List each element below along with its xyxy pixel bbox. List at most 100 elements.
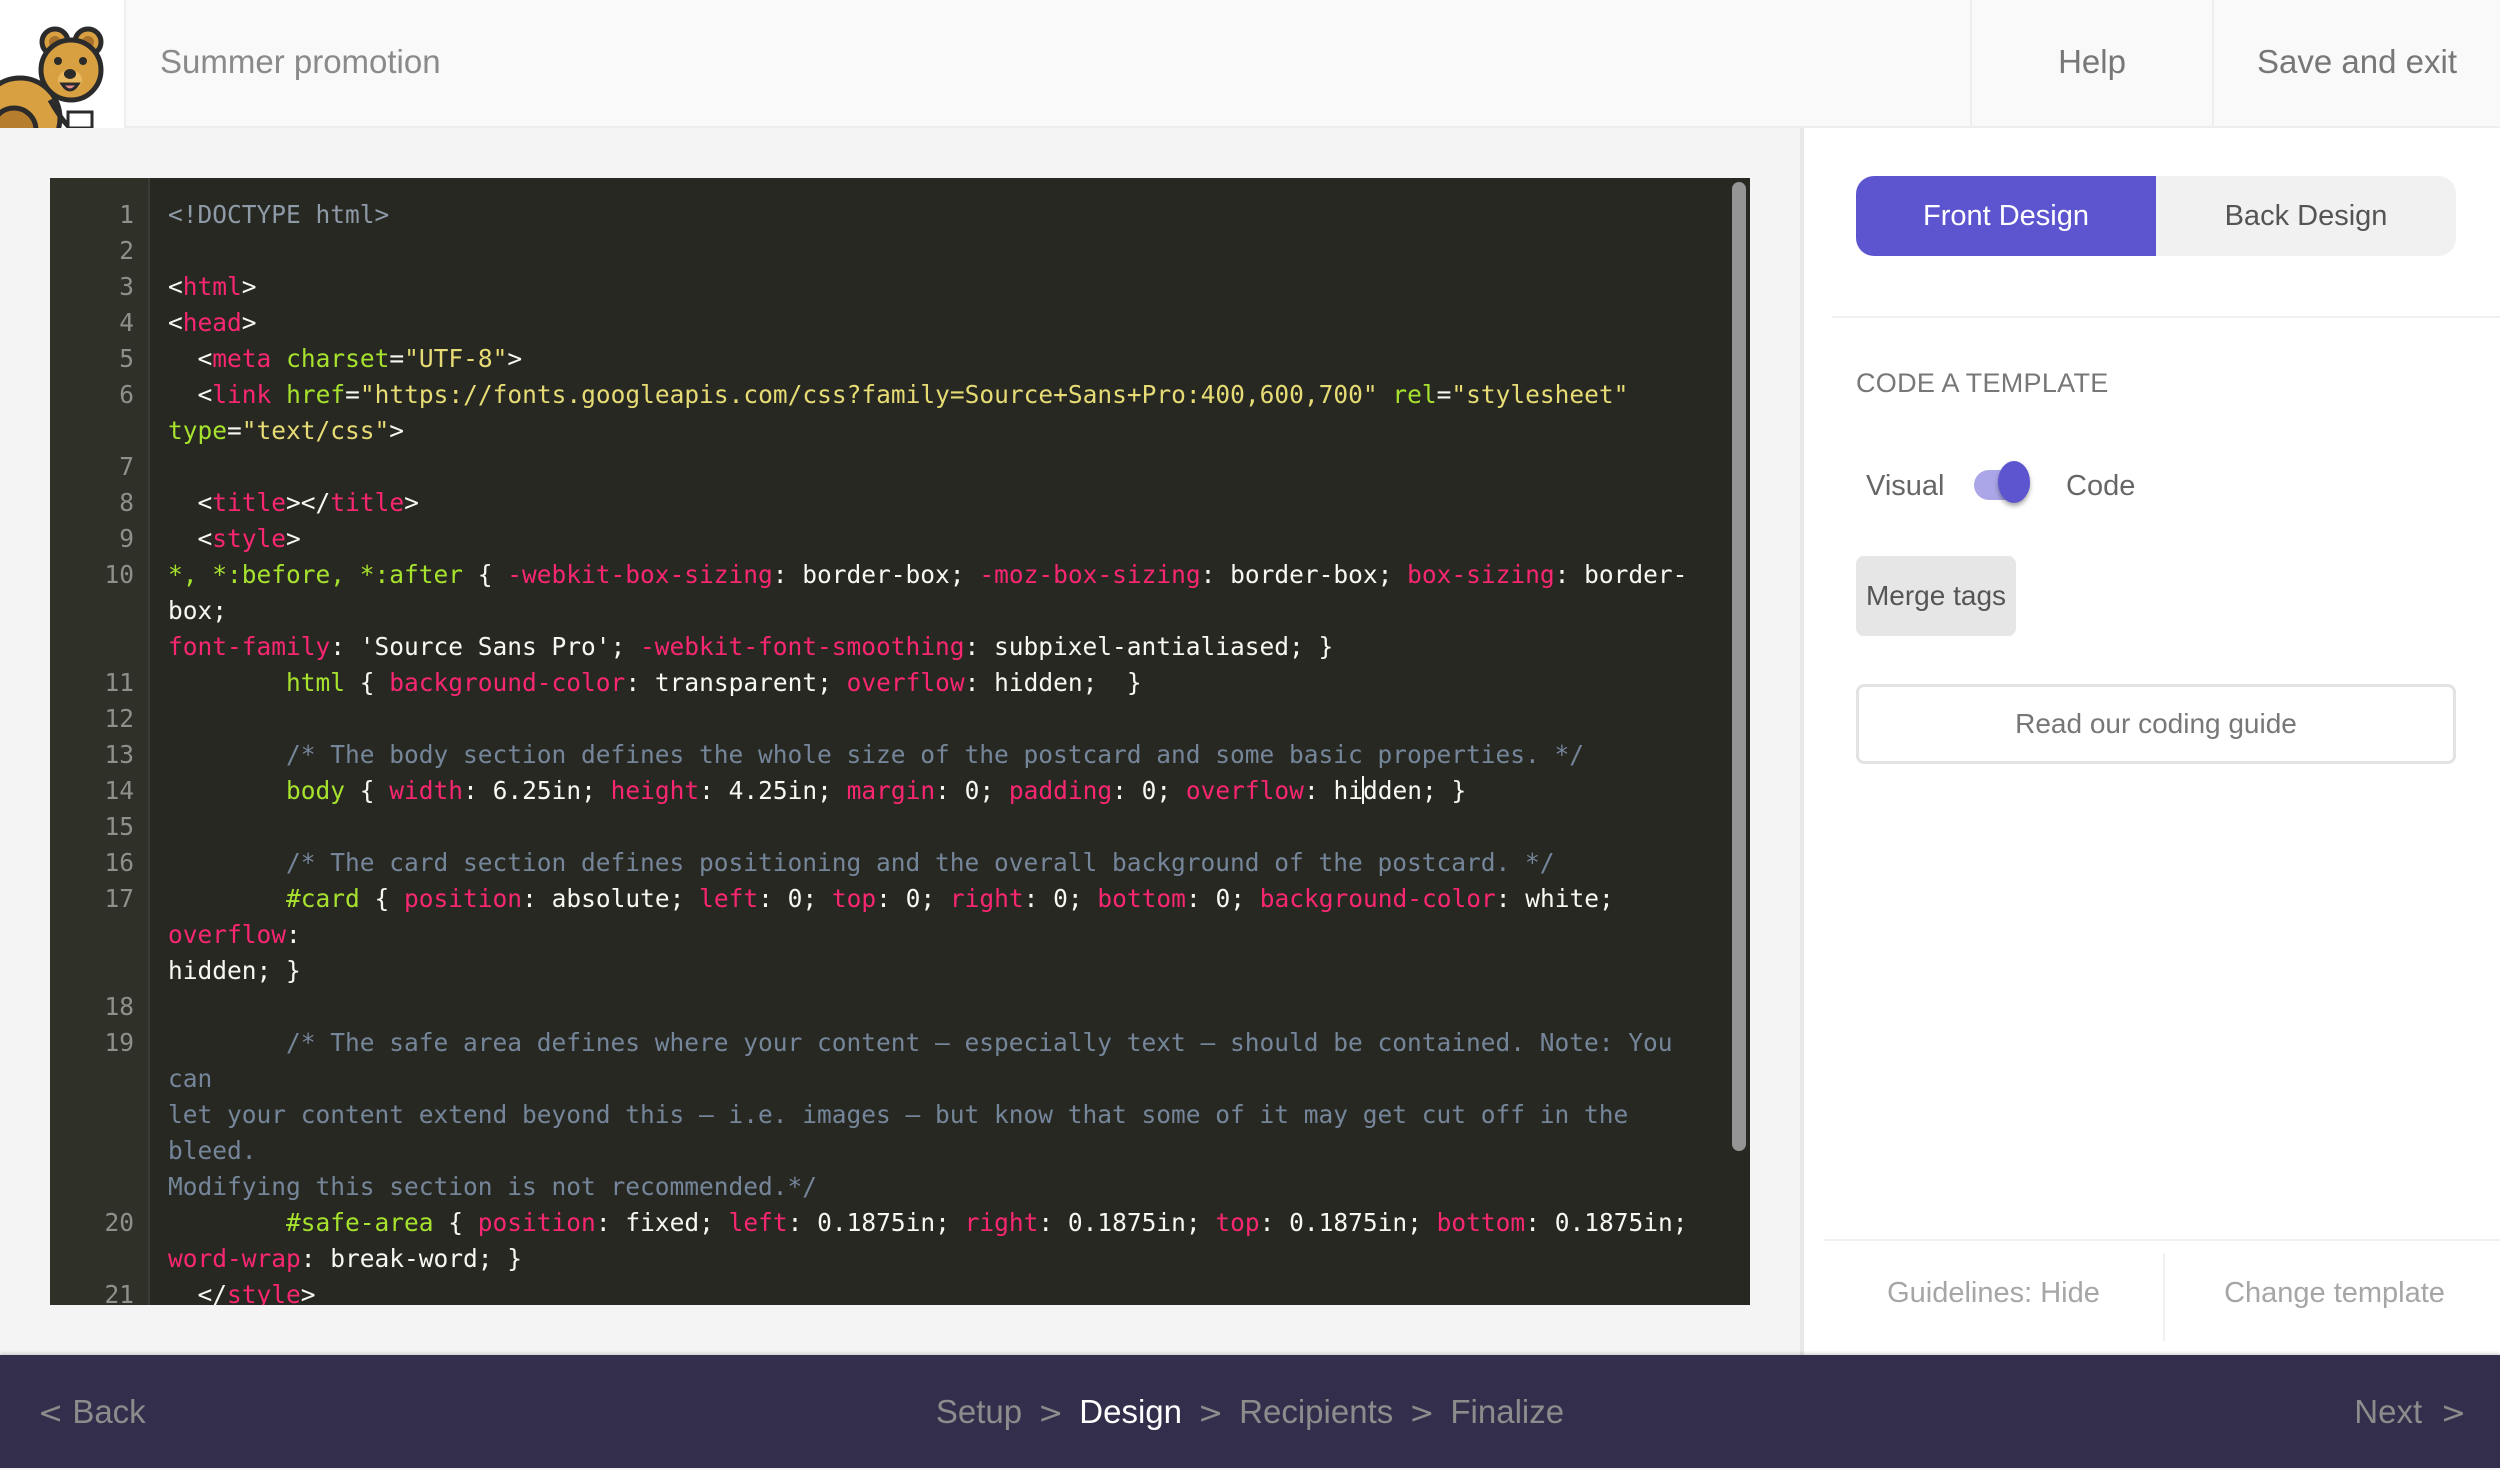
code-line[interactable]: 21 </style> — [50, 1277, 1730, 1305]
code-line[interactable]: 8 <title></title> — [50, 485, 1730, 521]
code-line-text[interactable]: <style> — [150, 521, 1730, 557]
code-token-str: "https://fonts.googleapis.com/css?family… — [359, 380, 1378, 409]
code-token-tag: style — [227, 1280, 301, 1305]
code-token-prop: left — [728, 1208, 788, 1237]
code-line-text[interactable]: *, *:before, *:after { -webkit-box-sizin… — [150, 557, 1730, 665]
code-line-text[interactable]: <head> — [150, 305, 1730, 341]
code-token-prop: position — [404, 884, 523, 913]
coding-guide-button[interactable]: Read our coding guide — [1856, 684, 2456, 764]
code-line[interactable]: 14 body { width: 6.25in; height: 4.25in;… — [50, 773, 1730, 809]
editor-scrollbar[interactable] — [1732, 182, 1746, 1151]
code-line[interactable]: 4 <head> — [50, 305, 1730, 341]
line-number: 12 — [104, 704, 134, 733]
save-and-exit-button[interactable]: Save and exit — [2212, 0, 2500, 128]
line-number: 19 — [104, 1028, 134, 1057]
code-line[interactable]: 12 — [50, 701, 1730, 737]
code-line-text[interactable]: /* The safe area defines where your cont… — [150, 1025, 1730, 1205]
code-line-text[interactable]: /* The body section defines the whole si… — [150, 737, 1730, 773]
code-token-prop: word-wrap — [168, 1244, 301, 1273]
code-line-text[interactable]: #safe-area { position: fixed; left: 0.18… — [150, 1205, 1730, 1277]
quokka-logo-icon[interactable] — [0, 0, 126, 128]
code-line-text[interactable]: <meta charset="UTF-8"> — [150, 341, 1730, 377]
code-line-text[interactable]: /* The card section defines positioning … — [150, 845, 1730, 881]
code-line-text[interactable]: <!DOCTYPE html> — [150, 197, 1730, 233]
code-token-tag: link — [212, 380, 272, 409]
code-token-punc: : 0.1875in; — [1038, 1208, 1216, 1237]
merge-tags-button[interactable]: Merge tags — [1856, 556, 2016, 636]
code-line-text[interactable] — [150, 989, 1730, 1025]
chevron-right-icon: > — [2431, 1396, 2466, 1431]
code-line-text[interactable]: <html> — [150, 269, 1730, 305]
code-token-prop: bottom — [1097, 884, 1186, 913]
code-line[interactable]: 2 — [50, 233, 1730, 269]
code-line[interactable]: 5 <meta charset="UTF-8"> — [50, 341, 1730, 377]
tab-back-design[interactable]: Back Design — [2156, 176, 2456, 256]
code-line[interactable]: 1 <!DOCTYPE html> — [50, 197, 1730, 233]
code-line-text[interactable] — [150, 449, 1730, 485]
code-token-prop: box-sizing — [1407, 560, 1555, 589]
help-button[interactable]: Help — [1970, 0, 2212, 128]
step-design[interactable]: Design — [1079, 1393, 1182, 1430]
step-recipients[interactable]: Recipients — [1239, 1393, 1393, 1430]
code-token-punc: { — [463, 560, 508, 589]
code-line[interactable]: 10 *, *:before, *:after { -webkit-box-siz… — [50, 557, 1730, 665]
code-content[interactable]: 1 <!DOCTYPE html> 2 3 <html> 4 <head> 5 <meta … — [50, 197, 1730, 1305]
code-line[interactable]: 13 /* The body section defines the whole… — [50, 737, 1730, 773]
code-line[interactable]: 6 <link href="https://fonts.googleapis.c… — [50, 377, 1730, 449]
code-token-com: /* The card section defines positioning … — [168, 848, 1555, 877]
code-line-text[interactable]: <title></title> — [150, 485, 1730, 521]
code-line[interactable]: 9 <style> — [50, 521, 1730, 557]
line-number: 4 — [119, 308, 134, 337]
step-setup[interactable]: Setup — [936, 1393, 1022, 1430]
code-token-tag: title — [212, 488, 287, 517]
code-line-text[interactable] — [150, 233, 1730, 269]
guidelines-toggle-button[interactable]: Guidelines: Hide — [1824, 1241, 2163, 1355]
code-editor[interactable]: 1 <!DOCTYPE html> 2 3 <html> 4 <head> 5 <meta … — [50, 178, 1750, 1305]
line-number: 9 — [119, 524, 134, 553]
chevron-right-icon: > — [1409, 1396, 1435, 1431]
code-line-text[interactable]: html { background-color: transparent; ov… — [150, 665, 1730, 701]
code-line[interactable]: 3 <html> — [50, 269, 1730, 305]
code-line[interactable]: 20 #safe-area { position: fixed; left: 0… — [50, 1205, 1730, 1277]
code-token-prop: padding — [1008, 776, 1113, 805]
line-number: 11 — [104, 668, 134, 697]
code-token-str: "text/css" — [241, 416, 390, 445]
code-token-punc: : 0; — [758, 884, 832, 913]
visual-code-toggle[interactable] — [1974, 461, 2030, 503]
line-number: 14 — [104, 776, 134, 805]
code-token-punc: : border-box; — [1200, 560, 1408, 589]
code-token-punc: > — [404, 488, 419, 517]
code-token-punc: : 6.25in; — [463, 776, 611, 805]
code-line-text[interactable]: </style> — [150, 1277, 1730, 1305]
code-line[interactable]: 17 #card { position: absolute; left: 0; … — [50, 881, 1730, 989]
code-line-text[interactable] — [150, 809, 1730, 845]
code-token-prop: right — [964, 1208, 1039, 1237]
code-line[interactable]: 18 — [50, 989, 1730, 1025]
code-token-punc: : fixed; — [595, 1208, 729, 1237]
code-line[interactable]: 15 — [50, 809, 1730, 845]
change-template-button[interactable]: Change template — [2163, 1253, 2500, 1341]
step-finalize[interactable]: Finalize — [1450, 1393, 1564, 1430]
code-line[interactable]: 11 html { background-color: transparent;… — [50, 665, 1730, 701]
code-token-attr: href — [286, 380, 346, 409]
code-line-text[interactable]: body { width: 6.25in; height: 4.25in; ma… — [150, 773, 1730, 809]
next-button[interactable]: Next > — [2354, 1355, 2466, 1468]
code-token-punc: : 0; — [876, 884, 950, 913]
code-token-punc: : absolute; — [522, 884, 700, 913]
code-token-prop: right — [949, 884, 1024, 913]
code-token-prop: left — [699, 884, 759, 913]
code-line[interactable]: 19 /* The safe area defines where your c… — [50, 1025, 1730, 1205]
line-number: 16 — [104, 848, 134, 877]
code-line[interactable]: 16 /* The card section defines positioni… — [50, 845, 1730, 881]
code-line-text[interactable] — [150, 701, 1730, 737]
line-number: 21 — [104, 1280, 134, 1305]
code-token-punc: < — [168, 488, 213, 517]
code-token-prop: margin — [846, 776, 936, 805]
code-label: Code — [2066, 470, 2136, 502]
code-line[interactable]: 7 — [50, 449, 1730, 485]
code-line-text[interactable]: <link href="https://fonts.googleapis.com… — [150, 377, 1730, 449]
toggle-knob[interactable] — [1998, 461, 2030, 503]
code-line-text[interactable]: #card { position: absolute; left: 0; top… — [150, 881, 1730, 989]
code-token-punc — [168, 668, 286, 697]
tab-front-design[interactable]: Front Design — [1856, 176, 2156, 256]
